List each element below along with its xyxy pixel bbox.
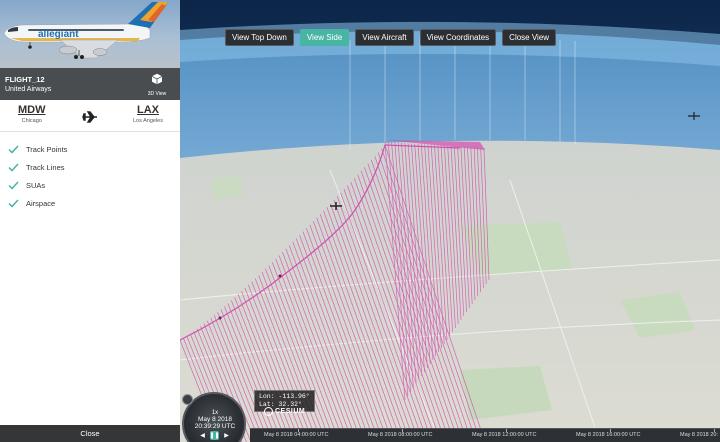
sidebar-close-button[interactable]: Close [0, 425, 180, 442]
cube-icon [151, 73, 163, 85]
flight-header: FLIGHT_12 United Airways 3D View [0, 68, 180, 100]
play-icon[interactable]: ▶ [222, 431, 231, 440]
view-top-down-button[interactable]: View Top Down [225, 29, 294, 46]
pause-icon[interactable]: ❚❚ [209, 431, 220, 440]
timeline-label: May 8 2018 04:00:00 UTC [264, 432, 329, 438]
cesium-logo[interactable]: CESIUM [264, 407, 305, 416]
clock-icon[interactable] [182, 394, 193, 405]
current-date: May 8 2018 [198, 416, 232, 423]
timeline-label: May 8 2018 16:00:00 UTC [576, 432, 641, 438]
aircraft-photo: allegiant [0, 0, 180, 68]
longitude-readout: Lon: -113.96° [259, 393, 310, 400]
view-toolbar: View Top Down View Side View Aircraft Vi… [225, 29, 557, 46]
flight-sidebar: allegiant FLIGHT_12 United Airways 3D Vi… [0, 0, 180, 442]
layer-suas[interactable]: SUAs [0, 176, 180, 194]
timeline[interactable]: May 8 2018 04:00:00 UTC May 8 2018 08:00… [250, 428, 720, 442]
layer-track-lines[interactable]: Track Lines [0, 158, 180, 176]
layer-label: Track Lines [26, 162, 65, 172]
svg-text:allegiant: allegiant [38, 29, 79, 40]
view-side-button[interactable]: View Side [299, 29, 350, 46]
destination-airport: LAX Los Angeles [133, 104, 163, 124]
origin-airport: MDW Chicago [18, 104, 46, 124]
globe-viewer[interactable]: View Top Down View Side View Aircraft Vi… [180, 0, 720, 442]
playback-controls: ◀ ❚❚ ▶ [198, 431, 231, 440]
timeline-label: May 8 2018 12:00:00 UTC [472, 432, 537, 438]
current-time: 20:39:29 UTC [194, 423, 236, 430]
close-view-button[interactable]: Close View [502, 29, 557, 46]
layer-track-points[interactable]: Track Points [0, 140, 180, 158]
rewind-icon[interactable]: ◀ [198, 431, 207, 440]
timeline-label: May 8 2018 20: [680, 432, 718, 438]
layer-label: Airspace [26, 198, 56, 208]
destination-city: Los Angeles [133, 118, 163, 124]
check-icon [8, 198, 19, 208]
destination-code[interactable]: LAX [133, 104, 163, 116]
airplane-icon [82, 110, 98, 128]
check-icon [8, 180, 19, 190]
route-summary: MDW Chicago LAX Los Angeles [0, 100, 180, 132]
check-icon [8, 144, 19, 154]
view-3d-button[interactable]: 3D View [146, 72, 168, 97]
airline-name: United Airways [5, 86, 52, 93]
layer-label: Track Points [26, 144, 68, 154]
animation-widget[interactable]: 1x May 8 2018 20:39:29 UTC ◀ ❚❚ ▶ [180, 388, 250, 442]
view-aircraft-button[interactable]: View Aircraft [355, 29, 414, 46]
globe-scene [180, 0, 720, 442]
view-coordinates-button[interactable]: View Coordinates [419, 29, 497, 46]
timeline-label: May 8 2018 08:00:00 UTC [368, 432, 433, 438]
origin-city: Chicago [21, 118, 42, 124]
view-3d-label: 3D View [147, 91, 167, 97]
flight-id: FLIGHT_12 [5, 75, 45, 84]
cesium-logo-icon [264, 407, 273, 416]
aircraft-image-icon: allegiant [3, 2, 168, 59]
check-icon [8, 162, 19, 172]
layer-airspace[interactable]: Airspace [0, 194, 180, 212]
origin-code[interactable]: MDW [18, 104, 46, 116]
layer-list: Track Points Track Lines SUAs Airspace [0, 132, 180, 212]
cesium-logo-text: CESIUM [275, 408, 306, 415]
layer-label: SUAs [26, 180, 46, 190]
